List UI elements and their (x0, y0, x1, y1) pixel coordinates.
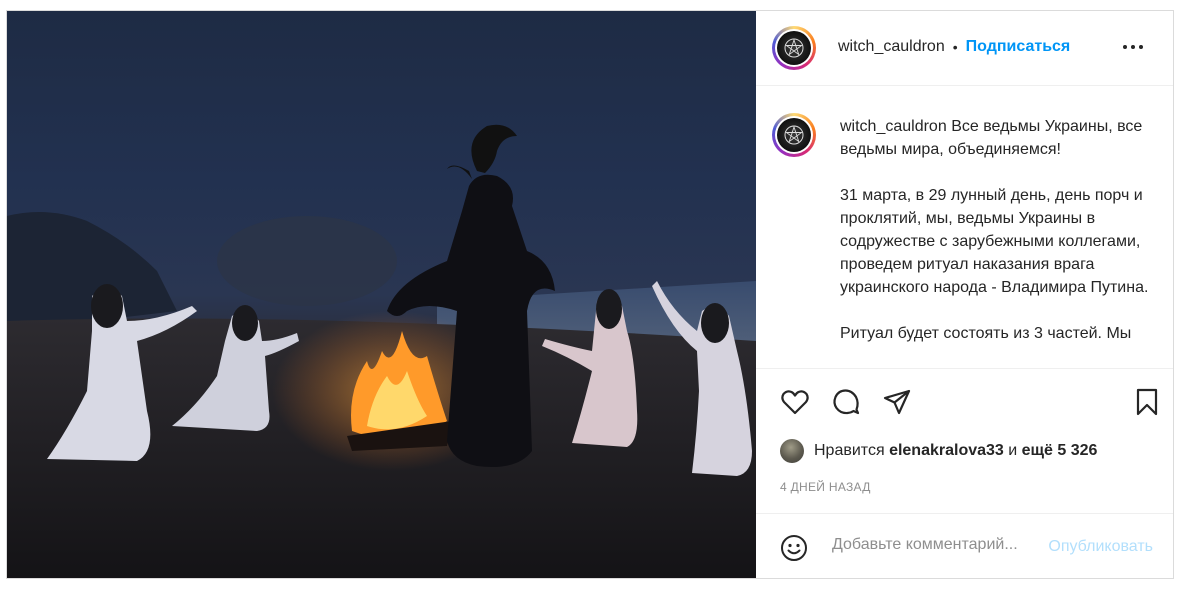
post-timestamp[interactable]: 4 ДНЕЙ НАЗАД (780, 480, 871, 494)
heart-icon[interactable] (780, 387, 810, 417)
comment-icon[interactable] (831, 387, 861, 417)
post-caption: witch_cauldron Все ведьмы Украины, все в… (756, 87, 1173, 369)
likes-prefix: Нравится (814, 442, 885, 459)
separator-dot: • (952, 39, 958, 55)
post-sidebar: witch_cauldron • Подписаться witch_cauld… (756, 11, 1173, 578)
follow-button[interactable]: Подписаться (966, 38, 1071, 56)
caption-username[interactable]: witch_cauldron (840, 118, 947, 135)
publish-button[interactable]: Опубликовать (1048, 538, 1153, 556)
comment-box: Опубликовать (756, 513, 1173, 578)
caption-text: witch_cauldron Все ведьмы Украины, все в… (840, 115, 1156, 368)
header-username[interactable]: witch_cauldron (838, 38, 945, 56)
caption-avatar[interactable] (772, 113, 816, 157)
caption-line-2: 31 марта, в 29 лунный день, день порч и … (840, 187, 1149, 296)
comment-input[interactable] (832, 536, 1032, 554)
caption-line-3: Ритуал будет состоять из 3 частей. Мы (840, 325, 1132, 342)
avatar[interactable] (772, 26, 816, 70)
more-options-icon[interactable] (1121, 41, 1145, 53)
bookmark-icon[interactable] (1132, 387, 1162, 417)
post-photo[interactable] (7, 11, 756, 578)
liker-username[interactable]: elenakralova33 (889, 442, 1004, 460)
likes-row: Нравится elenakralova33 и ещё 5 326 (780, 439, 1097, 463)
likes-and: и (1008, 442, 1018, 459)
action-bar (756, 381, 1173, 421)
likes-count-link[interactable]: ещё 5 326 (1022, 442, 1098, 460)
share-icon[interactable] (882, 387, 912, 417)
emoji-icon[interactable] (780, 534, 808, 562)
liker-avatar[interactable] (780, 439, 804, 463)
pentagram-icon (784, 38, 804, 58)
pentagram-icon (784, 125, 804, 145)
instagram-post: witch_cauldron • Подписаться witch_cauld… (6, 10, 1174, 579)
post-header: witch_cauldron • Подписаться (756, 11, 1173, 86)
ritual-photo-illustration (7, 124, 756, 578)
